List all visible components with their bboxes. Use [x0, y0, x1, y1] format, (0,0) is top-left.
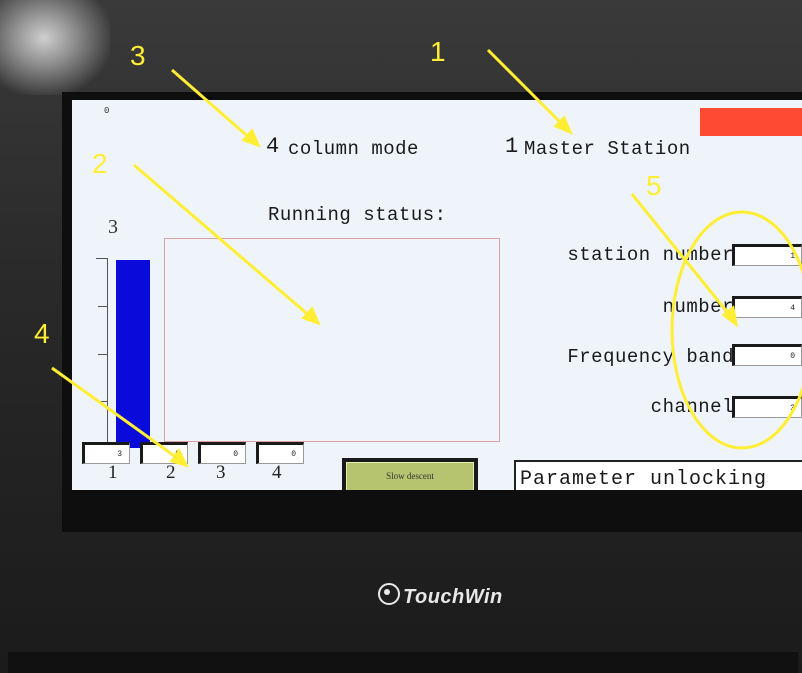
running-status-label: Running status: — [268, 204, 447, 226]
param-label-station-number: station number — [567, 244, 734, 266]
level-bar — [116, 260, 150, 448]
column-label-3: 3 — [216, 462, 226, 483]
column-mode-label: column mode — [288, 138, 419, 160]
column-input-3[interactable]: 0 — [198, 442, 246, 464]
param-label-channel: channel — [650, 396, 734, 418]
column-input-2[interactable]: 0 — [140, 442, 188, 464]
column-input-1[interactable]: 3 — [82, 442, 130, 464]
param-input-number[interactable]: 4 — [732, 296, 802, 318]
annotation-label-2: 2 — [92, 148, 108, 179]
bezel-bottom-edge — [8, 652, 798, 673]
column-label-2: 2 — [166, 462, 176, 483]
station-label: Master Station — [524, 138, 691, 160]
station-value: 1 — [505, 134, 519, 159]
param-input-frequency-band[interactable]: 0 — [732, 344, 802, 366]
slow-descent-button[interactable]: Slow descent — [342, 458, 478, 490]
parameter-unlocking-button[interactable]: Parameter unlocking — [514, 460, 802, 490]
brand-name: TouchWin — [403, 586, 503, 608]
column-mode-value: 4 — [266, 134, 280, 159]
slow-descent-label: Slow descent — [346, 462, 474, 490]
annotation-label-4: 4 — [34, 318, 50, 349]
annotation-label-3: 3 — [130, 40, 146, 71]
running-status-display — [164, 238, 500, 442]
touchwin-logo-icon — [378, 583, 400, 605]
annotation-label-5: 5 — [646, 170, 662, 201]
column-input-4[interactable]: 0 — [256, 442, 304, 464]
alarm-indicator[interactable] — [700, 108, 802, 136]
tiny-value: 0 — [104, 106, 110, 116]
column-label-1: 1 — [108, 462, 118, 483]
param-label-number: number — [662, 296, 734, 318]
annotation-label-1: 1 — [430, 36, 446, 67]
column-label-4: 4 — [272, 462, 282, 483]
param-input-channel[interactable]: 3 — [732, 396, 802, 418]
bar-scale — [96, 258, 108, 448]
hmi-screen: 0 4 column mode 1 Master Station Running… — [72, 100, 802, 490]
touchwin-logo: TouchWin — [378, 583, 503, 609]
param-input-station-number[interactable]: 1 — [732, 244, 802, 266]
light-glare — [0, 0, 110, 95]
param-label-frequency-band: Frequency band — [567, 346, 734, 368]
bar-max-label: 3 — [108, 216, 118, 238]
